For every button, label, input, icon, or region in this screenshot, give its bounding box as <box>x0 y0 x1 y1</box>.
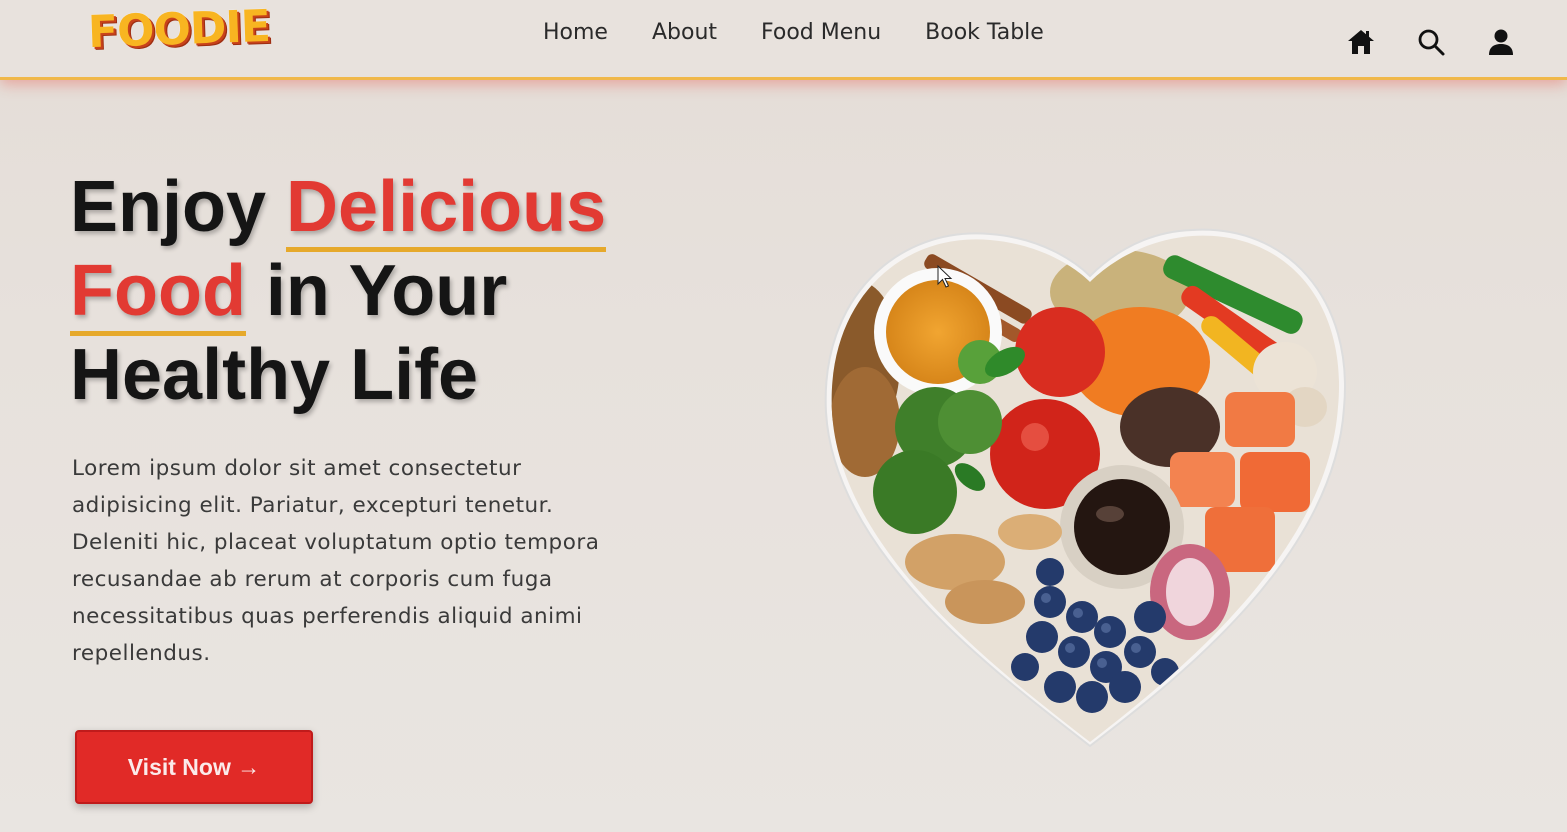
home-icon[interactable] <box>1345 26 1377 58</box>
mouse-cursor-icon <box>937 265 953 288</box>
title-highlight-food: Food <box>70 251 246 336</box>
title-part-enjoy: Enjoy <box>70 167 287 247</box>
nav-link-food-menu[interactable]: Food Menu <box>761 20 881 45</box>
search-icon[interactable] <box>1415 26 1447 58</box>
title-part-healthy-life: Healthy Life <box>70 335 479 415</box>
user-icon[interactable] <box>1485 26 1517 58</box>
foodie-logo[interactable]: FOODIE <box>87 1 270 58</box>
navbar: FOODIE Home About Food Menu Book Table <box>0 0 1567 80</box>
nav-link-home[interactable]: Home <box>543 20 608 45</box>
nav-link-about[interactable]: About <box>652 20 717 45</box>
hero-title: Enjoy Delicious Food in Your Healthy Lif… <box>70 165 607 417</box>
main-nav: Home About Food Menu Book Table <box>543 20 1044 45</box>
visit-now-button[interactable]: Visit Now → <box>75 730 313 804</box>
nav-icons <box>1345 26 1517 58</box>
heart-food-image <box>824 228 1346 748</box>
title-part-in-your: in Your <box>245 251 508 331</box>
hero-description: Lorem ipsum dolor sit amet consectetur a… <box>72 456 600 666</box>
nav-link-book-table[interactable]: Book Table <box>925 20 1044 45</box>
title-highlight-delicious: Delicious <box>286 167 607 252</box>
